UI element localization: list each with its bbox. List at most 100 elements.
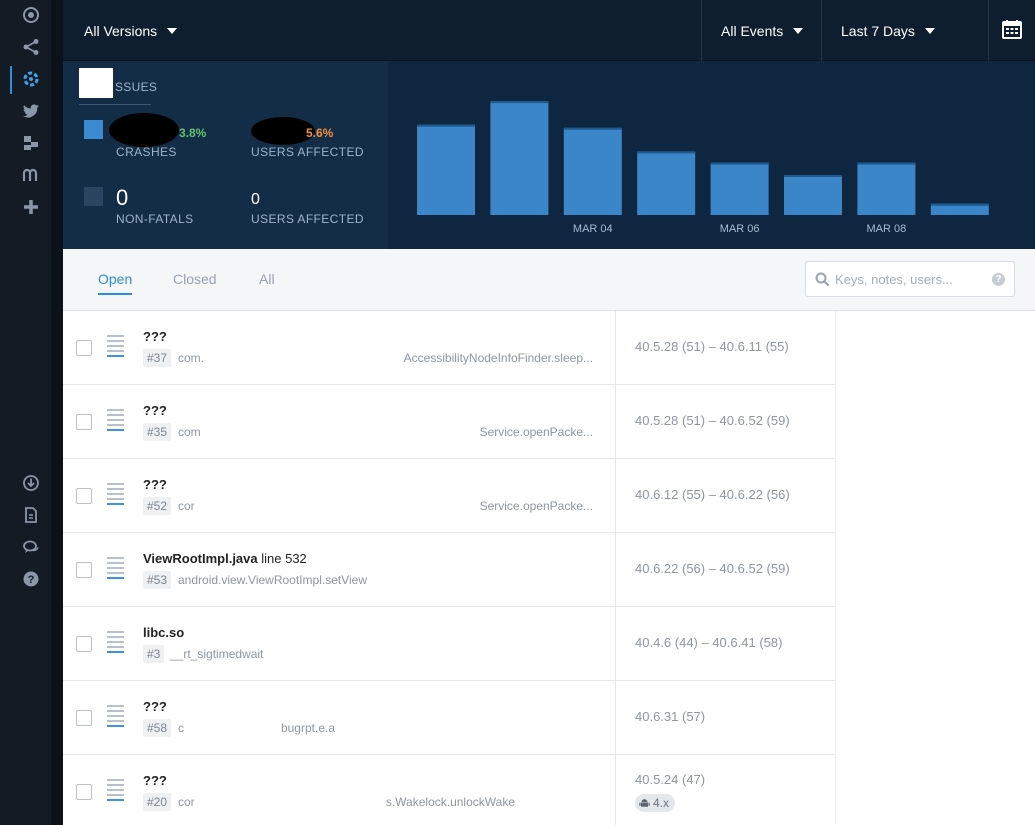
tab-open[interactable]: Open	[98, 271, 132, 287]
chart-bar[interactable]	[857, 162, 916, 215]
issue-line: line 532	[257, 551, 307, 566]
issue-number-badge: #3	[143, 645, 165, 663]
nonfatals-label: NON-FATALS	[116, 212, 194, 226]
summary-title-underline	[79, 104, 151, 105]
tab-all[interactable]: All	[259, 271, 275, 287]
date-range-dropdown[interactable]: Last 7 Days	[841, 0, 935, 61]
issues-summary: SSUES 3.8% CRASHES 5.6% USERS AFFECTED 0…	[63, 61, 388, 249]
redaction	[109, 113, 179, 147]
stack-trace-icon	[107, 631, 124, 655]
divider	[988, 0, 989, 61]
stack-trace-icon	[107, 335, 124, 359]
issue-row[interactable]: ??? #52 cor Service.openPacke... 40.6.12 (55…	[63, 459, 1035, 533]
document-icon[interactable]	[20, 504, 42, 526]
target-icon[interactable]	[20, 4, 42, 26]
add-icon[interactable]	[20, 196, 42, 218]
rail-divider	[52, 0, 63, 825]
issue-row[interactable]: ??? #35 com Service.openPacke... 40.5.28 (51…	[63, 385, 1035, 459]
issue-checkbox[interactable]	[76, 340, 92, 356]
divider	[701, 0, 702, 61]
issue-title[interactable]: ???	[143, 329, 167, 344]
chart-bar[interactable]	[563, 127, 622, 215]
rail-active-indicator	[10, 66, 12, 94]
issue-checkbox[interactable]	[76, 562, 92, 578]
chevron-down-icon	[167, 27, 178, 34]
issue-row[interactable]: ??? #37 com. AccessibilityNodeInfoFinder.sl…	[63, 311, 1035, 385]
issue-title[interactable]: ViewRootImpl.java line 532	[143, 551, 307, 566]
column-divider	[615, 681, 616, 755]
download-icon[interactable]	[20, 472, 42, 494]
events-dropdown[interactable]: All Events	[721, 0, 804, 61]
row-edge	[1020, 607, 1035, 681]
issue-method-right: Service.openPacke...	[479, 499, 593, 513]
chart-bar-top	[930, 203, 989, 206]
issue-number-badge: #52	[143, 497, 172, 515]
date-range-label: Last 7 Days	[841, 22, 915, 39]
x-tick-label: MAR 04	[573, 223, 613, 235]
issue-title[interactable]: ???	[143, 773, 167, 788]
row-edge	[1020, 681, 1035, 755]
calendar-icon[interactable]	[1001, 18, 1023, 40]
issue-row[interactable]: libc.so #3 __rt_sigtimedwait 40.4.6 (44) – …	[63, 607, 1035, 681]
chat-icon[interactable]	[20, 536, 42, 558]
row-edge	[1020, 755, 1035, 825]
issue-stats-cell	[835, 533, 1020, 607]
search-icon	[815, 272, 830, 287]
share-icon[interactable]	[20, 36, 42, 58]
issue-method-left: cor	[178, 795, 195, 809]
svg-text:?: ?	[28, 574, 35, 586]
issue-row[interactable]: ??? #20 cor s.Wakelock.unlockWake 40.5.24 (4…	[63, 755, 1035, 825]
versions-dropdown-label: All Versions	[84, 22, 158, 39]
issue-checkbox[interactable]	[76, 784, 92, 800]
issue-row[interactable]: ViewRootImpl.java line 532 #53 android.vie…	[63, 533, 1035, 607]
issue-title[interactable]: libc.so	[143, 625, 184, 640]
nonfatal-users-label: USERS AFFECTED	[251, 212, 364, 226]
crashlytics-icon[interactable]	[20, 68, 42, 90]
issue-method-left: com	[178, 425, 201, 439]
issue-method-left: c	[178, 721, 184, 735]
issue-list: ??? #37 com. AccessibilityNodeInfoFinder.sl…	[63, 311, 1035, 825]
twitter-icon[interactable]	[20, 100, 42, 122]
chart-bar[interactable]	[637, 151, 696, 215]
redaction	[79, 68, 113, 98]
chevron-down-icon	[793, 27, 804, 34]
chart-bar-top	[563, 127, 622, 130]
issue-title[interactable]: ???	[143, 403, 167, 418]
issue-method-right: AccessibilityNodeInfoFinder.sleep...	[403, 351, 593, 365]
crash-users-label: USERS AFFECTED	[251, 145, 364, 159]
issue-checkbox[interactable]	[76, 636, 92, 652]
issue-checkbox[interactable]	[76, 710, 92, 726]
mopub-icon[interactable]	[20, 164, 42, 186]
row-edge	[1020, 385, 1035, 459]
issue-method-left: __rt_sigtimedwait	[170, 647, 264, 661]
search-input[interactable]	[835, 270, 985, 288]
issue-method-right: bugrpt.e.a	[280, 721, 335, 735]
issue-method-left: android.view.ViewRootImpl.setView	[178, 573, 367, 587]
version-range: 40.5.28 (51) – 40.6.11 (55)	[635, 339, 789, 354]
beta-icon[interactable]	[20, 132, 42, 154]
issue-checkbox[interactable]	[76, 488, 92, 504]
issue-row[interactable]: ??? #58 c bugrpt.e.a 40.6.31 (57)	[63, 681, 1035, 755]
chart-bar[interactable]	[490, 101, 549, 215]
column-divider	[615, 311, 616, 385]
nonfatal-users-value: 0	[251, 191, 260, 208]
issue-checkbox[interactable]	[76, 414, 92, 430]
column-divider	[615, 755, 616, 825]
chart-bar[interactable]	[710, 162, 769, 215]
issue-number-badge: #58	[143, 719, 172, 737]
chart-bar[interactable]	[784, 174, 842, 215]
tab-closed[interactable]: Closed	[173, 271, 217, 287]
versions-dropdown[interactable]: All Versions	[84, 0, 178, 61]
issue-stats-cell	[835, 755, 1020, 825]
issue-title[interactable]: ???	[143, 699, 167, 714]
search-help-icon[interactable]: ?	[992, 273, 1005, 286]
help-icon[interactable]: ?	[20, 568, 42, 590]
issue-title[interactable]: ???	[143, 477, 167, 492]
version-range: 40.4.6 (44) – 40.6.41 (58)	[635, 635, 783, 650]
chart-bar-top	[637, 151, 696, 154]
nonfatal-color-swatch	[84, 187, 103, 206]
issue-file: ???	[143, 329, 167, 344]
issue-method-right: Service.openPacke...	[479, 425, 593, 439]
issue-file: ???	[143, 403, 167, 418]
chart-bar[interactable]	[417, 124, 475, 215]
